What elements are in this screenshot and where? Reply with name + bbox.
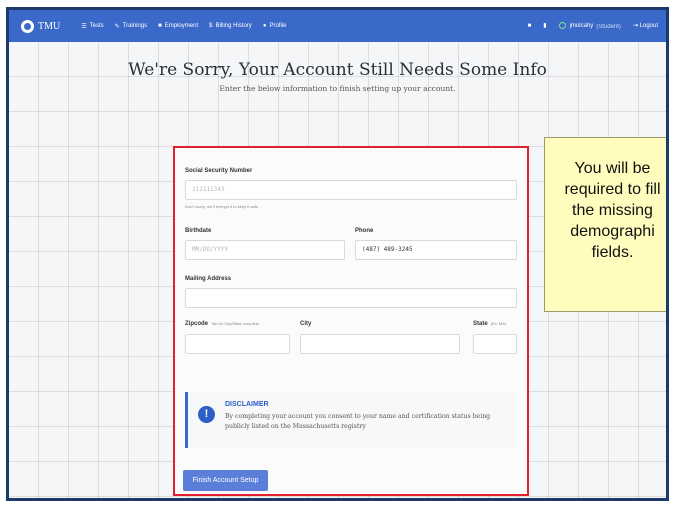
finish-account-setup-button[interactable]: Finish Account Setup — [183, 470, 268, 491]
account-info-form: Social Security Number 111111343 Don't w… — [173, 146, 529, 496]
exclamation-icon: ! — [198, 406, 215, 423]
dollar-icon: $ — [209, 23, 213, 29]
notifications-icon[interactable]: ▮ — [543, 22, 546, 29]
logout-link[interactable]: ⇥ Logout — [633, 22, 658, 29]
birthdate-label: Birthdate — [185, 228, 212, 234]
logout-icon: ⇥ — [632, 23, 640, 30]
user-role: (Student) — [596, 23, 621, 30]
state-hint: (Ex: MA) — [490, 321, 507, 326]
phone-label: Phone — [355, 228, 374, 234]
state-label: State (Ex: MA) — [473, 321, 506, 327]
nav-tests-label: Tests — [89, 23, 104, 29]
user-menu[interactable]: jmulcahy (Student) — [558, 22, 621, 30]
briefcase-icon: ■ — [158, 23, 162, 29]
phone-field[interactable]: (487) 489-3245 — [355, 240, 517, 260]
ssn-help-text: Don't worry, we'll encrypt it to keep it… — [185, 204, 259, 209]
nav-employment-label: Employment — [164, 23, 199, 29]
nav-trainings-label: Trainings — [122, 23, 148, 29]
app-window: TMU ☰ Tests ✎ Trainings ■ Employment $ B… — [6, 7, 669, 501]
city-field[interactable] — [300, 334, 460, 354]
profile-icon: ● — [262, 23, 267, 29]
trainings-icon: ✎ — [114, 23, 120, 30]
callout-text: You will be required to fill the missing… — [564, 160, 661, 261]
nav-profile-label: Profile — [269, 23, 287, 29]
zipcode-field[interactable] — [185, 334, 290, 354]
state-field[interactable] — [473, 334, 517, 354]
zipcode-hint: Tab for City/State complete — [211, 321, 260, 326]
disclaimer-box: ! DISCLAIMER By completing your account … — [185, 392, 517, 448]
cart-icon[interactable]: ■ — [528, 23, 532, 29]
mailing-address-field[interactable] — [185, 288, 517, 308]
ssn-field[interactable]: 111111343 — [185, 180, 517, 200]
logo-icon — [21, 19, 34, 33]
mailing-address-label: Mailing Address — [185, 276, 232, 282]
nav-profile[interactable]: ● Profile — [263, 23, 287, 29]
logout-label: Logout — [639, 23, 658, 30]
page-title: We're Sorry, Your Account Still Needs So… — [128, 60, 547, 80]
nav-billing-history[interactable]: $ Billing History — [209, 23, 252, 29]
disclaimer-title: DISCLAIMER — [225, 401, 269, 408]
state-label-text: State — [473, 321, 488, 327]
tmu-logo[interactable]: TMU — [21, 19, 61, 33]
user-status-icon — [558, 22, 566, 30]
nav-employment[interactable]: ■ Employment — [158, 23, 198, 29]
nav-billing-label: Billing History — [215, 23, 252, 29]
user-name: jmulcahy — [569, 23, 594, 30]
nav-tests[interactable]: ☰ Tests — [81, 23, 103, 30]
zipcode-label-text: Zipcode — [185, 321, 209, 327]
ssn-label: Social Security Number — [185, 168, 253, 174]
top-navbar: TMU ☰ Tests ✎ Trainings ■ Employment $ B… — [9, 10, 666, 42]
birthdate-field[interactable]: MM/DD/YYYY — [185, 240, 345, 260]
nav-trainings[interactable]: ✎ Trainings — [115, 23, 148, 30]
instruction-callout: You will be required to fill the missing… — [544, 137, 666, 312]
logo-text: TMU — [38, 20, 61, 32]
nav-right: ■ ▮ jmulcahy (Student) ⇥ Logout — [516, 22, 658, 30]
disclaimer-text: By completing your account you consent t… — [225, 413, 491, 430]
page-subtitle: Enter the below information to finish se… — [219, 84, 456, 93]
list-icon: ☰ — [81, 23, 87, 30]
city-label: City — [300, 321, 312, 327]
zipcode-label: Zipcode Tab for City/State complete — [185, 321, 259, 327]
